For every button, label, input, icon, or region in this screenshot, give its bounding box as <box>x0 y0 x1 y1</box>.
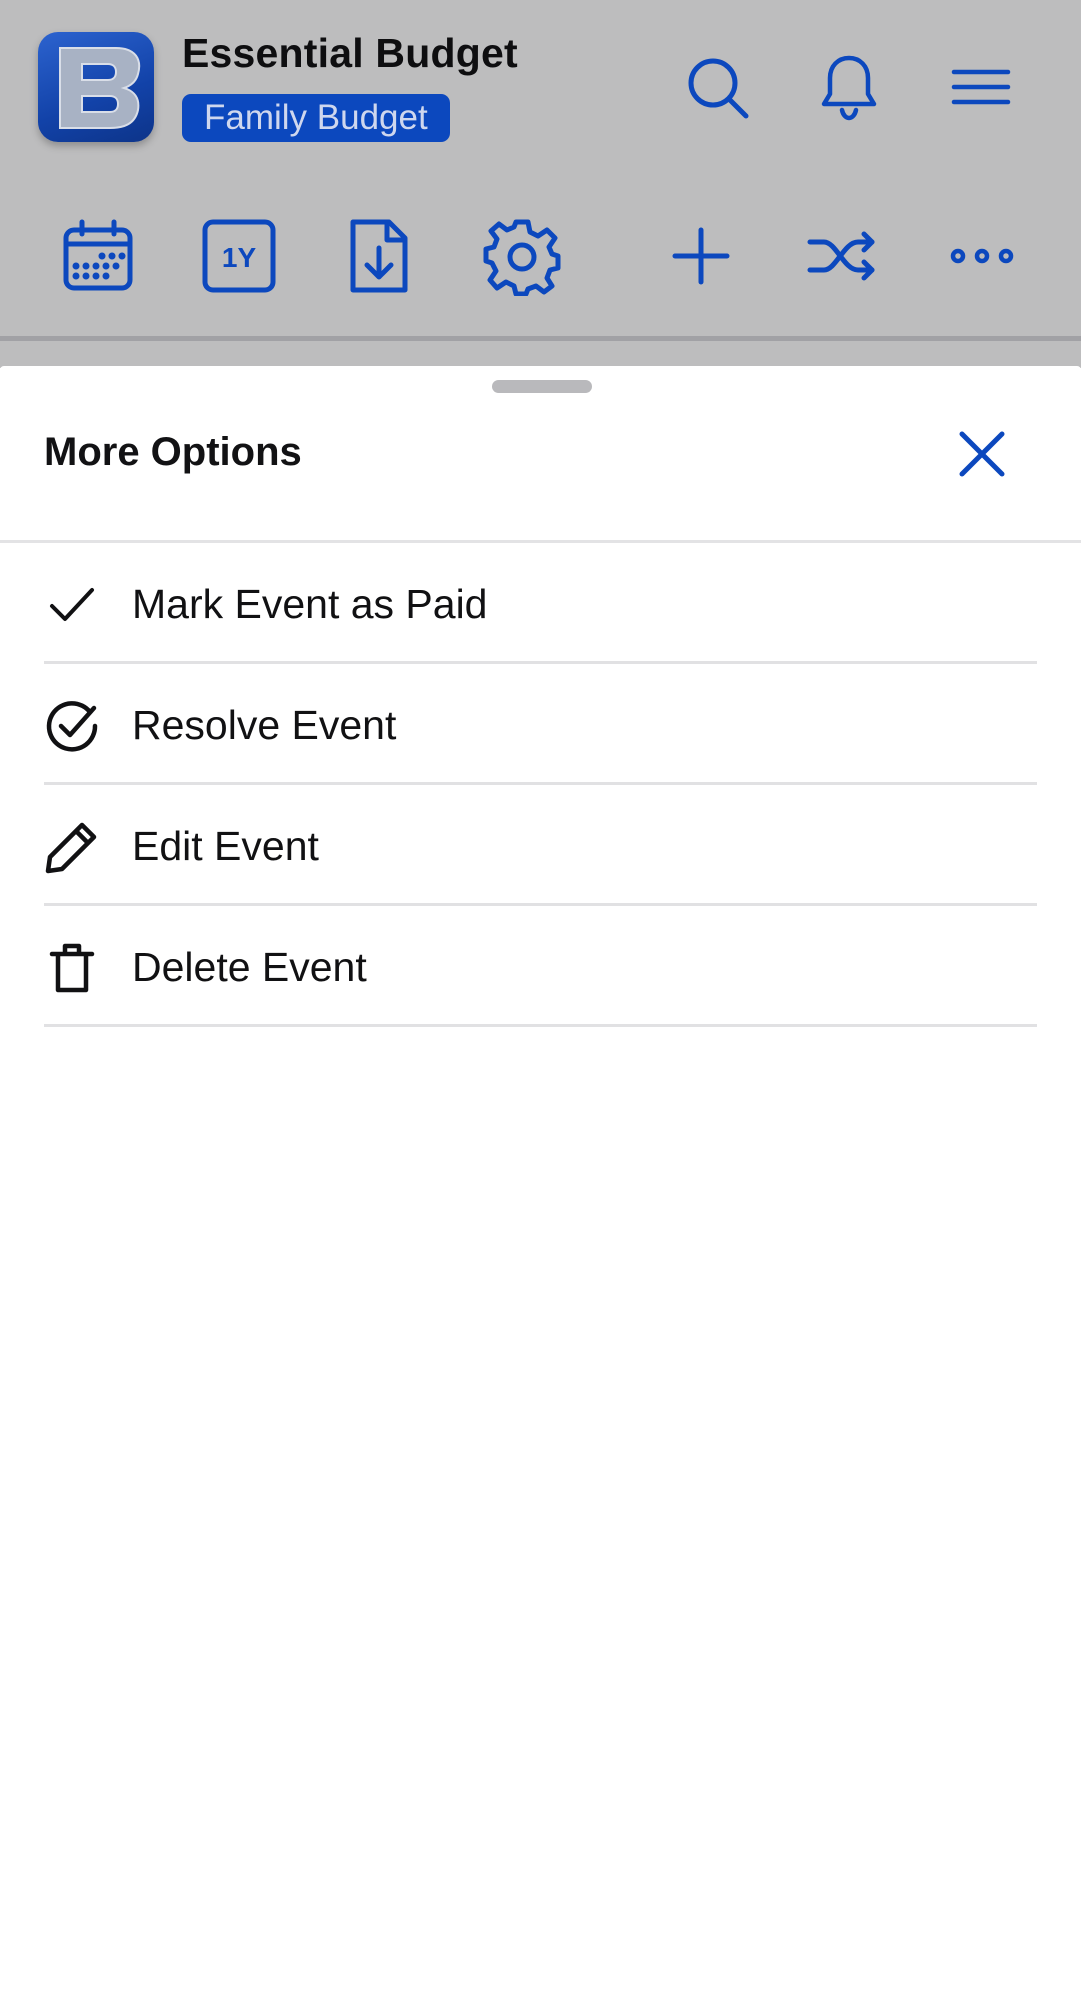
settings-gear-icon[interactable] <box>482 216 562 297</box>
app-title: Essential Budget <box>182 30 518 76</box>
close-button[interactable] <box>950 422 1014 486</box>
menu-item-label: Edit Event <box>132 823 319 869</box>
shuffle-icon[interactable] <box>802 216 882 296</box>
menu-item-label: Mark Event as Paid <box>132 581 488 627</box>
more-horizontal-icon[interactable] <box>942 216 1022 296</box>
app-logo <box>38 32 154 142</box>
app-background: Essential Budget Family Budget 1Y <box>0 0 1081 368</box>
resolve-event-option[interactable]: Resolve Event <box>44 664 1037 785</box>
mark-event-paid-option[interactable]: Mark Event as Paid <box>44 543 1037 664</box>
options-list: Mark Event as Paid Resolve Event Edit Ev… <box>44 543 1037 1027</box>
more-options-sheet: More Options Mark Event as Paid Resolve … <box>0 366 1081 1999</box>
delete-event-option[interactable]: Delete Event <box>44 906 1037 1027</box>
close-icon <box>959 431 1005 477</box>
sheet-grabber-handle[interactable] <box>492 380 592 393</box>
hamburger-menu-icon[interactable] <box>946 52 1016 122</box>
menu-item-label: Delete Event <box>132 944 367 990</box>
toolbar: 1Y <box>0 200 1081 310</box>
check-circle-icon <box>44 698 100 754</box>
app-divider <box>0 336 1081 341</box>
export-file-icon[interactable] <box>339 216 419 296</box>
bell-icon[interactable] <box>814 52 884 122</box>
edit-event-option[interactable]: Edit Event <box>44 785 1037 906</box>
calendar-icon[interactable] <box>58 216 138 296</box>
search-icon[interactable] <box>682 52 752 122</box>
sheet-title: More Options <box>44 430 302 474</box>
screen: Essential Budget Family Budget 1Y More O… <box>0 0 1081 1999</box>
pencil-icon <box>44 819 100 875</box>
budget-selector-badge[interactable]: Family Budget <box>182 94 450 142</box>
trash-icon <box>44 940 100 996</box>
add-icon[interactable] <box>661 216 741 296</box>
one-year-icon[interactable]: 1Y <box>199 216 279 296</box>
app-header: Essential Budget Family Budget <box>0 0 1081 180</box>
menu-item-label: Resolve Event <box>132 702 397 748</box>
checkmark-icon <box>44 577 100 633</box>
one-year-label: 1Y <box>222 242 257 273</box>
